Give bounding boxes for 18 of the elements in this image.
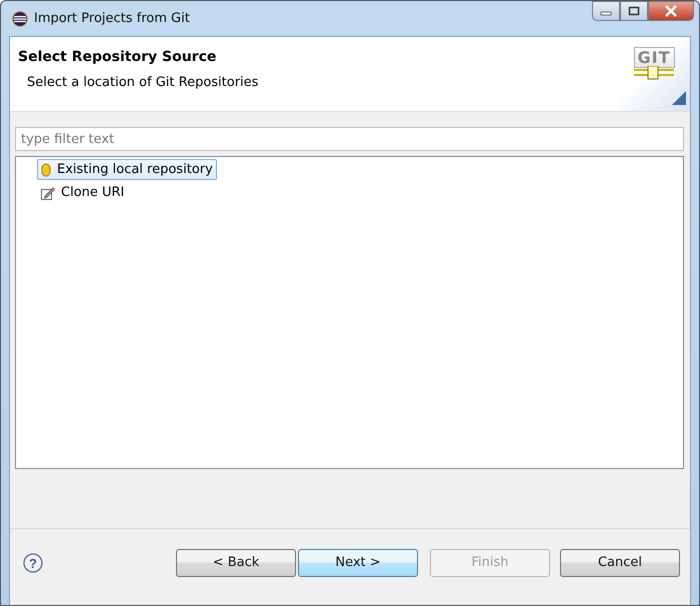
close-icon bbox=[664, 5, 678, 17]
tree-item[interactable]: Clone URI bbox=[37, 182, 128, 203]
pencil-icon bbox=[41, 186, 55, 200]
maximize-icon bbox=[628, 6, 640, 16]
maximize-button[interactable] bbox=[620, 1, 648, 21]
help-icon[interactable]: ? bbox=[23, 552, 43, 572]
minimize-button[interactable] bbox=[592, 1, 620, 21]
dialog-button[interactable]: < Back bbox=[176, 548, 296, 576]
close-button[interactable] bbox=[648, 1, 694, 21]
window-title: Import Projects from Git bbox=[34, 11, 190, 26]
cylinder-icon bbox=[41, 162, 51, 176]
git-logo: GIT bbox=[618, 37, 690, 111]
page-description: Select a location of Git Repositories bbox=[26, 75, 258, 90]
dialog-button[interactable]: Cancel bbox=[560, 548, 680, 576]
filter-field[interactable]: type filter text bbox=[15, 127, 684, 151]
page-title: Select Repository Source bbox=[18, 49, 218, 65]
dialog-button[interactable]: Next > bbox=[298, 548, 418, 576]
tree-item[interactable]: Existing local repository bbox=[37, 159, 217, 180]
